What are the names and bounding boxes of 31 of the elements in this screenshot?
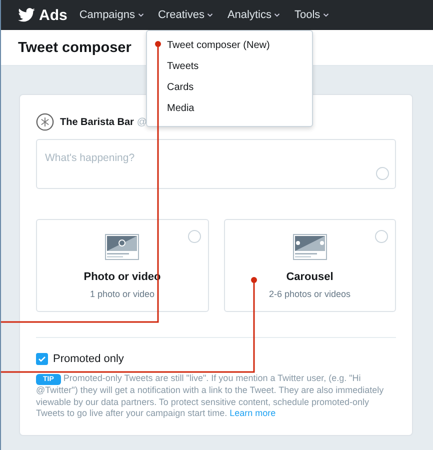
chevron-icon <box>138 13 144 17</box>
character-count-ring <box>376 167 389 180</box>
nav-menu-item[interactable]: Campaigns <box>79 9 144 21</box>
media-option-caption: 2-6 photos or videos <box>268 289 351 299</box>
account-handle: @ <box>136 116 148 128</box>
account-name: The Barista Bar <box>60 116 134 128</box>
nav-menu-item[interactable]: Analytics <box>227 9 280 21</box>
nav-menu-item[interactable]: Creatives <box>158 9 214 21</box>
menu-item[interactable]: Tweet composer (New) <box>147 36 312 57</box>
radio-button[interactable] <box>375 230 388 243</box>
media-option-caption: 1 photo or video <box>90 289 155 299</box>
nav-menu-item[interactable]: Tools <box>294 9 330 21</box>
checkbox[interactable] <box>36 353 48 365</box>
brand-label: Ads <box>39 6 68 24</box>
media-option-title: Carousel <box>286 271 334 283</box>
media-option-card[interactable]: Carousel 2-6 photos or videos <box>224 219 396 312</box>
placeholder-text: What's happening? <box>45 152 135 164</box>
bird-icon <box>18 8 35 22</box>
checkbox-label: Promoted only <box>53 353 124 365</box>
page-title: Tweet composer <box>18 40 132 56</box>
image-icon <box>105 234 140 260</box>
radio-button[interactable] <box>188 230 200 243</box>
checkmark-icon <box>37 354 47 364</box>
chevron-icon <box>323 13 330 17</box>
carousel-icon <box>292 234 327 260</box>
avatar-icon <box>36 113 54 131</box>
chevron-icon <box>274 13 280 17</box>
menu-item[interactable]: Cards <box>147 78 312 99</box>
chevron-icon <box>207 13 214 17</box>
menu-item[interactable]: Media <box>147 99 312 120</box>
menu-item[interactable]: Tweets <box>147 57 312 78</box>
